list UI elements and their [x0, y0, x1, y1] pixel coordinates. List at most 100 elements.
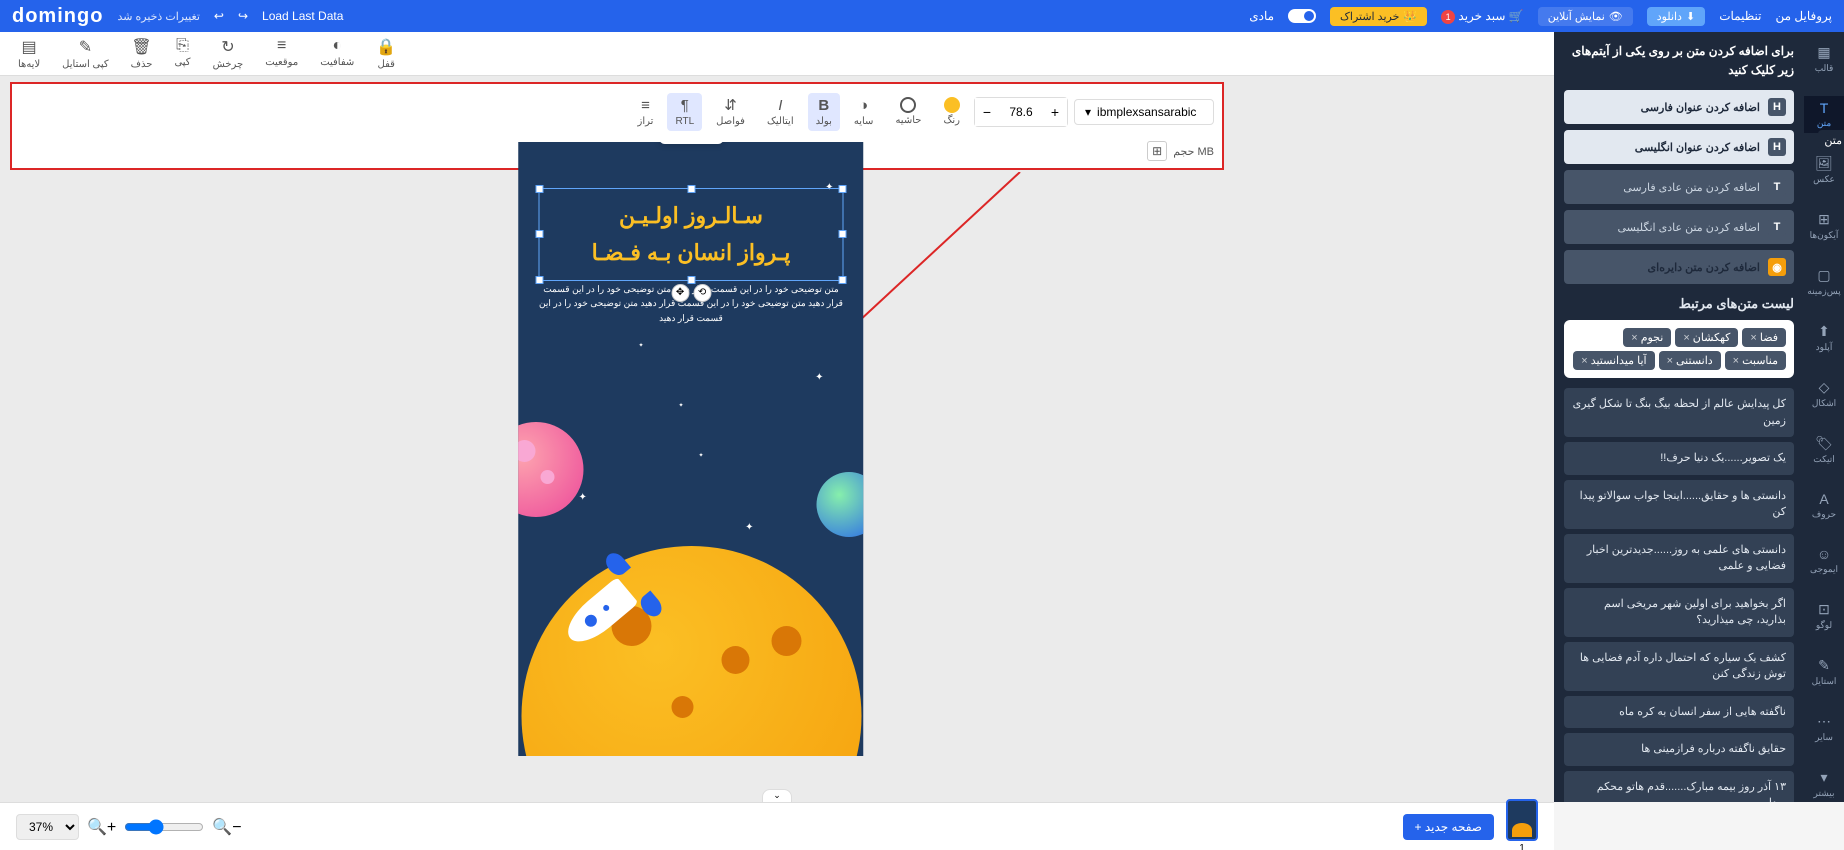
new-page-button[interactable]: + صفحه جدید [1403, 814, 1494, 840]
panel-hint: برای اضافه کردن متن بر روی یکی از آیتم‌ه… [1564, 42, 1794, 80]
zoom-in-icon[interactable]: 🔍+ [87, 817, 116, 837]
preview-button[interactable]: 👁نمایش آنلاین [1538, 7, 1633, 26]
resize-handle[interactable] [535, 230, 543, 238]
zoom-out-icon[interactable]: 🔍− [212, 817, 241, 837]
cart-icon: 🛒 [1509, 9, 1524, 23]
redo-icon[interactable]: ↪ [238, 9, 248, 23]
tool-icon: 🔒 [376, 37, 396, 57]
rotate-icon[interactable]: ⟲ [693, 284, 711, 302]
related-item[interactable]: دانستی های علمی به روز......جدیدترین اخب… [1564, 534, 1794, 583]
resize-handle[interactable] [838, 276, 846, 284]
related-item[interactable]: کل پیدایش عالم از لحظه بیگ بنگ تا شکل گی… [1564, 388, 1794, 437]
size-plus-button[interactable]: + [1043, 98, 1067, 126]
top-bar: پروفایل من تنظیمات ⬇دانلود 👁نمایش آنلاین… [0, 0, 1844, 32]
resize-handle[interactable] [687, 276, 695, 284]
element-toolbar: 🔒قفل◐شفافیت≡موقعیت↻چرخش⎘کپی🗑حذف✎کپی استا… [0, 32, 1554, 76]
tag-remove-icon[interactable]: × [1631, 332, 1637, 344]
sidebar-item-11[interactable]: ✎استایل [1804, 653, 1844, 691]
sidebar-item-2[interactable]: 🖼عکس [1804, 151, 1844, 189]
font-size-control[interactable]: − + [974, 97, 1068, 127]
tool-شفافیت[interactable]: ◐شفافیت [312, 33, 362, 74]
sidebar-item-0[interactable]: ▦قالب [1804, 40, 1844, 78]
tool-چرخش[interactable]: ↻چرخش [205, 33, 252, 74]
profile-link[interactable]: پروفایل من [1776, 9, 1832, 23]
zoom-slider[interactable] [124, 819, 204, 835]
design-canvas[interactable]: ✦ ✦ ✦ ✦ ✦ ✦ ✦ ⎘ 🗑 سـالـروز [518, 142, 863, 756]
related-item[interactable]: دانستی ها و حقایق......اینجا جواب سوالات… [1564, 480, 1794, 529]
resize-handle[interactable] [838, 230, 846, 238]
related-item[interactable]: کشف یک سیاره که احتمال داره آدم فضایی ها… [1564, 642, 1794, 691]
rtl-button[interactable]: ¶RTL [667, 93, 702, 131]
tag-remove-icon[interactable]: × [1581, 355, 1587, 367]
add-en-body-button[interactable]: Tاضافه کردن متن عادی انگلیسی [1564, 210, 1794, 244]
sidebar-item-8[interactable]: Aحروف [1804, 487, 1844, 524]
user-name[interactable]: مادی [1249, 9, 1274, 23]
sidebar-item-3[interactable]: ⊞آیکون‌ها [1804, 207, 1844, 245]
related-item[interactable]: حقایق ناگفته درباره فرازمینی ها [1564, 733, 1794, 766]
tool-icon: ✎ [79, 37, 92, 57]
subscribe-button[interactable]: 👑خرید اشتراک [1330, 7, 1427, 26]
spacing-button[interactable]: ⇵فواصل [708, 92, 753, 131]
sidebar-item-5[interactable]: ⬆آپلود [1804, 319, 1844, 357]
move-handles[interactable]: ⟲✥ [671, 284, 711, 302]
tool-کپی[interactable]: ⎘کپی [166, 33, 198, 74]
tag-remove-icon[interactable]: × [1750, 332, 1756, 344]
related-item[interactable]: اگر بخواهید برای اولین شهر مریخی اسم بذا… [1564, 588, 1794, 637]
sidebar-item-9[interactable]: ☺ایموجی [1804, 542, 1844, 579]
add-circular-button[interactable]: ◉اضافه کردن متن دایره‌ای [1564, 250, 1794, 284]
font-size-input[interactable] [999, 98, 1043, 126]
tag-remove-icon[interactable]: × [1667, 355, 1673, 367]
align-button[interactable]: ≡تراز [630, 93, 662, 131]
tag[interactable]: نجوم× [1623, 328, 1671, 347]
tag[interactable]: فضا× [1742, 328, 1786, 347]
tool-کپی استایل[interactable]: ✎کپی استایل [54, 33, 116, 74]
undo-icon[interactable]: ↩ [214, 9, 224, 23]
sidebar-item-12[interactable]: ⋯سایر [1804, 709, 1844, 747]
settings-link[interactable]: تنظیمات [1719, 9, 1761, 23]
size-minus-button[interactable]: − [975, 98, 999, 126]
move-icon[interactable]: ✥ [671, 284, 689, 302]
margin-button[interactable]: حاشیه [887, 93, 929, 130]
resize-handle[interactable] [838, 185, 846, 193]
canvas-title-text[interactable]: سـالـروز اولـیـنپـرواز انسان بـه فـضـا [547, 197, 834, 272]
tag-remove-icon[interactable]: × [1683, 332, 1689, 344]
color-button[interactable]: رنگ [935, 93, 968, 130]
sidebar-item-10[interactable]: ⊡لوگو [1804, 597, 1844, 635]
text-selection[interactable]: سـالـروز اولـیـنپـرواز انسان بـه فـضـا ⟲… [538, 188, 843, 281]
sidebar-item-6[interactable]: ◇اشکال [1804, 375, 1844, 413]
download-button[interactable]: ⬇دانلود [1647, 7, 1705, 26]
tag[interactable]: کهکشان× [1675, 328, 1738, 347]
color-swatch [944, 97, 960, 113]
theme-toggle[interactable] [1288, 9, 1316, 23]
add-fa-title-button[interactable]: Hاضافه کردن عنوان فارسی [1564, 90, 1794, 124]
tag[interactable]: آیا میدانستید× [1573, 351, 1654, 370]
bold-button[interactable]: Bبولد [808, 93, 840, 131]
tool-لایه‌ها[interactable]: ▤لایه‌ها [10, 33, 48, 74]
cart-link[interactable]: 🛒 سبد خرید 1 [1441, 9, 1524, 24]
load-last-button[interactable]: Load Last Data [262, 9, 343, 23]
font-select[interactable]: ▾ibmplexsansarabic [1074, 99, 1214, 125]
tool-حذف[interactable]: 🗑حذف [123, 33, 161, 74]
tool-موقعیت[interactable]: ≡موقعیت [257, 33, 306, 74]
sidebar-item-1[interactable]: Tمتن [1804, 96, 1844, 133]
tag[interactable]: دانستنی× [1659, 351, 1721, 370]
related-item[interactable]: ناگفته هایی از سفر انسان به کره ماه [1564, 696, 1794, 729]
zoom-select[interactable]: 37% [16, 814, 79, 840]
tag-remove-icon[interactable]: × [1733, 355, 1739, 367]
related-item[interactable]: ۱۳ آذر روز بیمه مبارک.......قدم هاتو محک… [1564, 771, 1794, 802]
tool-قفل[interactable]: 🔒قفل [368, 33, 404, 74]
resize-handle[interactable] [535, 185, 543, 193]
resize-handle[interactable] [535, 276, 543, 284]
add-fa-body-button[interactable]: Tاضافه کردن متن عادی فارسی [1564, 170, 1794, 204]
related-item[interactable]: یک تصویر......یک دنیا حرف!! [1564, 442, 1794, 475]
resize-handle[interactable] [687, 185, 695, 193]
italic-button[interactable]: Iایتالیک [759, 93, 802, 131]
page-thumbnail[interactable] [1506, 799, 1538, 841]
expand-tab[interactable]: ⌄ [762, 789, 792, 802]
sidebar-item-4[interactable]: ▢پس‌زمینه [1804, 263, 1844, 301]
sidebar-item-13[interactable]: ▾بیشتر [1804, 765, 1844, 803]
sidebar-item-7[interactable]: 🏷اتیکت [1804, 431, 1844, 469]
tag[interactable]: مناسبت× [1725, 351, 1786, 370]
shadow-button[interactable]: ◑سایه [846, 93, 882, 131]
add-en-title-button[interactable]: Hاضافه کردن عنوان انگلیسی [1564, 130, 1794, 164]
